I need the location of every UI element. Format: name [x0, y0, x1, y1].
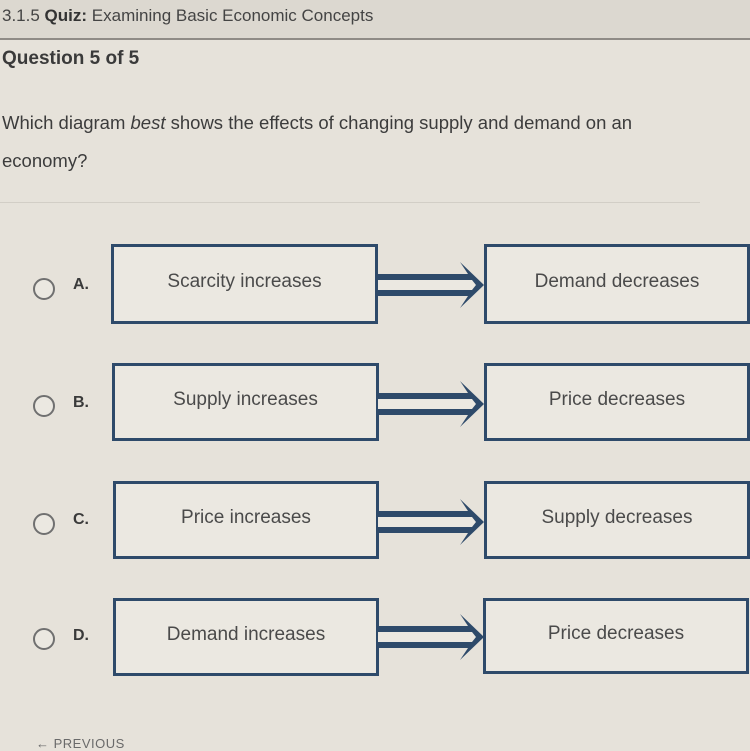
effect-box: Supply decreases [484, 481, 750, 559]
radio-button-c[interactable] [33, 513, 55, 535]
cause-box: Price increases [113, 481, 379, 559]
effect-text: Price decreases [547, 623, 685, 644]
double-arrow-icon [378, 499, 484, 545]
prompt-text-before: Which diagram [2, 112, 131, 133]
quiz-title: Examining Basic Economic Concepts [91, 6, 374, 25]
cause-text: Scarcity increases [167, 271, 322, 292]
section-number: 3.1.5 [2, 6, 40, 25]
question-counter: Question 5 of 5 [2, 48, 140, 69]
cause-text: Price increases [181, 507, 311, 528]
prompt-emphasis: best [130, 112, 166, 133]
option-letter: B. [73, 394, 89, 411]
double-arrow-icon [378, 381, 484, 427]
radio-button-d[interactable] [33, 628, 55, 650]
quiz-header: 3.1.5 Quiz: Examining Basic Economic Con… [0, 0, 750, 40]
cause-text: Supply increases [173, 389, 318, 410]
cause-text: Demand increases [166, 624, 326, 645]
divider [0, 202, 700, 203]
effect-box: Price decreases [483, 598, 749, 674]
option-letter: C. [73, 511, 89, 528]
cause-box: Scarcity increases [111, 244, 378, 324]
question-prompt: Which diagram best shows the effects of … [2, 104, 702, 180]
answer-option-b[interactable]: B. Supply increases Price decreases [0, 363, 750, 443]
effect-text: Supply decreases [541, 507, 693, 528]
cause-box: Supply increases [112, 363, 379, 441]
left-arrow-icon: ← [36, 736, 50, 751]
double-arrow-icon [378, 262, 484, 308]
effect-box: Demand decreases [484, 244, 750, 324]
radio-button-b[interactable] [33, 395, 55, 417]
effect-text: Demand decreases [534, 271, 700, 292]
previous-label: PREVIOUS [53, 736, 125, 751]
previous-button[interactable]: ← PREVIOUS [36, 736, 125, 751]
option-letter: A. [73, 276, 89, 293]
cause-box: Demand increases [113, 598, 379, 676]
effect-box: Price decreases [484, 363, 750, 441]
radio-button-a[interactable] [33, 278, 55, 300]
answer-option-d[interactable]: D. Demand increases Price decreases [0, 598, 750, 678]
answer-option-c[interactable]: C. Price increases Supply decreases [0, 481, 750, 561]
option-letter: D. [73, 627, 89, 644]
quiz-breadcrumb: 3.1.5 Quiz: Examining Basic Economic Con… [2, 6, 373, 26]
double-arrow-icon [378, 614, 484, 660]
effect-text: Price decreases [548, 389, 686, 410]
answer-option-a[interactable]: A. Scarcity increases Demand decreases [0, 244, 750, 324]
quiz-type-label: Quiz: [44, 6, 88, 25]
